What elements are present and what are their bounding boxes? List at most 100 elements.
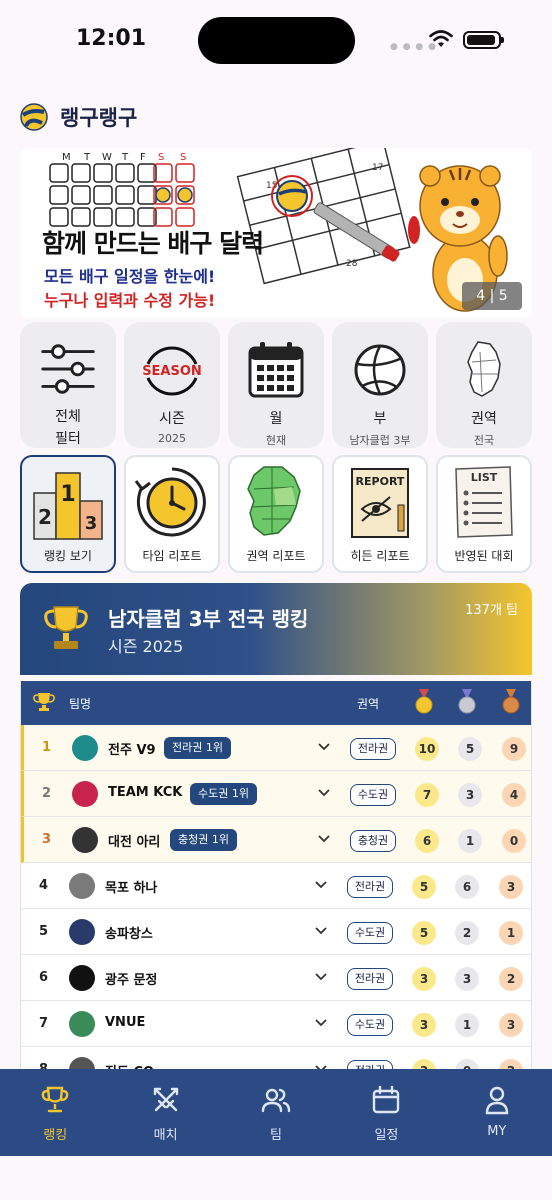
chevron-down-icon[interactable]: [316, 784, 332, 800]
table-row[interactable]: 7 VNUE 수도권 3 1 3: [21, 1001, 531, 1047]
table-header: 팀명 권역: [21, 681, 531, 725]
tab-team-label: 팀: [270, 1128, 282, 1143]
volleyball-icon: [354, 344, 406, 396]
cal-day-m: M: [62, 152, 71, 163]
list-icon-text: LIST: [471, 471, 498, 484]
banner-pager: 4 | 5: [462, 282, 522, 310]
ranking-season: 시즌 2025: [108, 637, 184, 656]
chevron-down-icon[interactable]: [313, 968, 329, 984]
filter-month-sub: 현재: [265, 434, 287, 447]
filter-season-button[interactable]: SEASON 시즌 2025: [124, 322, 220, 448]
chevron-down-icon[interactable]: [313, 876, 329, 892]
table-row[interactable]: 8 진도 CO 전라권 3 0 2: [21, 1047, 531, 1069]
time-report-button[interactable]: 타임 리포트: [124, 455, 220, 573]
ranking-view-button[interactable]: 2 1 3 랭킹 보기: [20, 455, 116, 573]
silver-count: 3: [458, 783, 482, 807]
podium-icon: 2 1 3: [33, 472, 103, 540]
rank-number: 6: [39, 970, 49, 985]
gold-count: 6: [415, 829, 439, 853]
swords-icon: [153, 1087, 178, 1112]
tab-team[interactable]: 팀: [221, 1069, 331, 1156]
tab-ranking-label: 랭킹: [43, 1128, 68, 1143]
chevron-down-icon[interactable]: [313, 922, 329, 938]
ranking-view-label: 랭킹 보기: [44, 549, 92, 563]
team-logo-icon: [69, 873, 95, 899]
dynamic-island: [198, 17, 355, 64]
tab-ranking[interactable]: 랭킹: [0, 1069, 110, 1156]
reflected-tournaments-label: 반영된 대회: [454, 549, 514, 563]
bronze-count: 2: [499, 1059, 523, 1069]
report-row: 2 1 3 랭킹 보기 타임 리포트 권역 리포트 REPORT 히든 리포트 …: [20, 455, 532, 573]
rank-number: 2: [42, 786, 52, 801]
team-logo-icon: [72, 827, 98, 853]
chevron-down-icon[interactable]: [316, 738, 332, 754]
team-name: 송파창스: [105, 927, 153, 942]
cal-day-s1: S: [158, 152, 164, 163]
filter-division-button[interactable]: 부 남자클럽 3부: [332, 322, 428, 448]
team-name: 광주 문정: [105, 973, 158, 988]
hidden-report-label: 히든 리포트: [350, 549, 410, 563]
bottom-tab-bar: 랭킹 매치 팀 일정 MY: [0, 1069, 552, 1156]
table-row[interactable]: 1 전주 V9 전라권 1위 전라권 10 5 9: [21, 725, 531, 771]
svg-text:2: 2: [38, 505, 52, 529]
silver-count: 1: [458, 829, 482, 853]
users-icon: [261, 1088, 291, 1113]
list-icon: LIST: [455, 466, 513, 538]
gold-count: 3: [412, 1059, 436, 1069]
reflected-tournaments-button[interactable]: LIST 반영된 대회: [436, 455, 532, 573]
trophy-icon: [41, 1086, 69, 1113]
region-badge: 전라권: [347, 876, 393, 898]
table-row[interactable]: 4 목포 하나 전라권 5 6 3: [21, 863, 531, 909]
team-name: 진도 CO: [105, 1061, 154, 1069]
table-row[interactable]: 3 대전 아리 충청권 1위 충청권 6 1 0: [21, 817, 531, 863]
promo-banner[interactable]: M T W T F S S 15 17 28 함께 만드는 배구 달력 모든 배…: [20, 148, 532, 318]
chevron-down-icon[interactable]: [313, 1014, 329, 1030]
tab-match-label: 매치: [153, 1128, 178, 1143]
team-logo-icon: [69, 965, 95, 991]
cal-day-f: F: [140, 152, 146, 163]
tab-schedule[interactable]: 일정: [331, 1069, 441, 1156]
region-report-label: 권역 리포트: [246, 549, 306, 563]
hidden-report-button[interactable]: REPORT 히든 리포트: [332, 455, 428, 573]
svg-text:3: 3: [85, 513, 98, 534]
silver-medal-icon: [458, 689, 476, 714]
table-row[interactable]: 6 광주 문정 전라권 3 3 2: [21, 955, 531, 1001]
team-name: 목포 하나: [105, 881, 158, 896]
table-row[interactable]: 2 TEAM KCK 수도권 1위 수도권 7 3 4: [21, 771, 531, 817]
chevron-down-icon[interactable]: [313, 1060, 329, 1069]
battery-icon: [463, 31, 504, 49]
ranking-team-count: 137개 팀: [465, 603, 518, 618]
region-badge: 수도권: [350, 784, 396, 806]
table-row[interactable]: 5 송파창스 수도권 5 2 1: [21, 909, 531, 955]
tab-my-label: MY: [487, 1124, 507, 1139]
report-icon: REPORT: [351, 468, 409, 538]
filter-region-button[interactable]: 권역 전국: [436, 322, 532, 448]
cal-day-t2: T: [121, 152, 129, 163]
ranking-hero: 남자클럽 3부 전국 랭킹 시즌 2025 137개 팀: [20, 583, 532, 675]
bronze-medal-icon: [502, 689, 520, 714]
sliders-icon: [41, 344, 95, 394]
filter-all-button[interactable]: 전체 필터: [20, 322, 116, 448]
region-report-button[interactable]: 권역 리포트: [228, 455, 324, 573]
tab-match[interactable]: 매치: [110, 1069, 220, 1156]
silver-count: 6: [455, 875, 479, 899]
team-logo-icon: [69, 919, 95, 945]
filter-division-sub: 남자클럽 3부: [349, 434, 411, 447]
rank-number: 4: [39, 878, 49, 893]
season-icon-text: SEASON: [142, 364, 202, 379]
filter-month-button[interactable]: 월 현재: [228, 322, 324, 448]
header-region: 권역: [357, 697, 380, 711]
chevron-down-icon[interactable]: [316, 830, 332, 846]
tab-my[interactable]: MY: [442, 1069, 552, 1156]
time-report-label: 타임 리포트: [142, 549, 202, 563]
calendar-icon: [373, 1085, 400, 1114]
banner-subtitle-1: 모든 배구 일정을 한눈에!: [44, 267, 216, 286]
bronze-count: 2: [499, 967, 523, 991]
team-name: 대전 아리: [108, 835, 161, 850]
rank-number: 3: [42, 832, 52, 847]
filter-region-sub: 전국: [473, 434, 495, 447]
region-rank-chip: 수도권 1위: [190, 783, 257, 805]
trophy-icon: [44, 606, 88, 649]
team-name: VNUE: [105, 1015, 146, 1030]
team-logo-icon: [69, 1057, 95, 1069]
